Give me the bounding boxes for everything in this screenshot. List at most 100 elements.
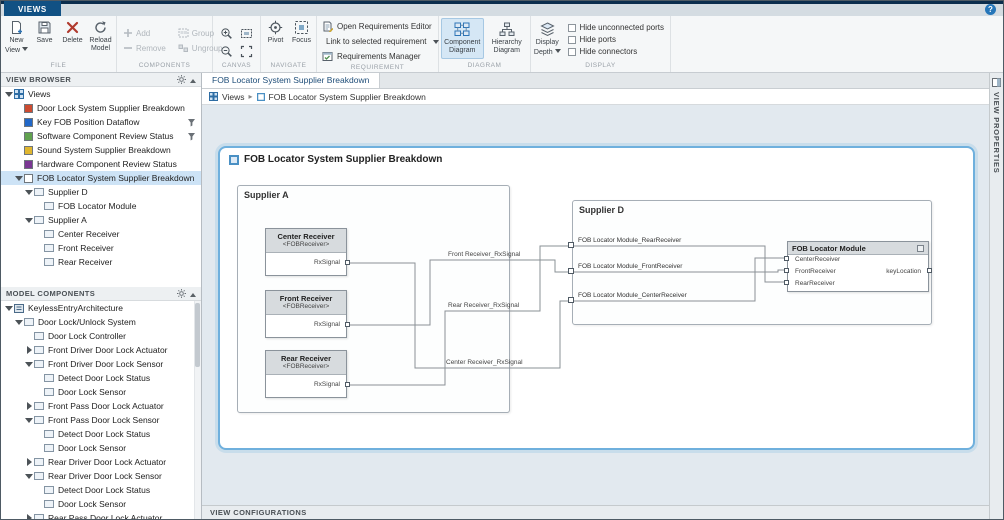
twisty-icon[interactable] [14,172,24,185]
input-port[interactable] [784,256,789,261]
tree-item-component[interactable]: Door Lock Controller [1,329,201,343]
input-port[interactable] [784,280,789,285]
front-receiver-component[interactable]: Front Receiver <FOBReceiver> RxSignal [265,290,350,338]
tree-item-view[interactable]: Door Lock System Supplier Breakdown [1,101,201,115]
save-button[interactable]: Save [31,16,58,61]
tree-item-component[interactable]: Door Lock Sensor [1,441,201,455]
tree-item-component[interactable]: Rear Driver Door Lock Actuator [1,455,201,469]
tree-item-component[interactable]: Detect Door Lock Status [1,371,201,385]
scrollbar[interactable] [194,301,201,519]
delete-button[interactable]: Delete [59,16,86,61]
tree-item-component[interactable]: Door Lock Sensor [1,497,201,511]
fob-locator-module-component[interactable]: FOB Locator Module CenterReceiver FrontR… [784,241,932,292]
tree-item-view[interactable]: Software Component Review Status [1,129,201,143]
input-port[interactable] [784,268,789,273]
remove-component-button[interactable]: Remove [123,43,166,53]
hide-connectors-checkbox[interactable] [567,47,576,56]
view-container[interactable]: FOB Locator System Supplier Breakdown Su… [218,146,975,450]
tree-item-component[interactable]: Detect Door Lock Status [1,427,201,441]
view-color-icon [24,131,33,141]
tree-item-component[interactable]: Front Driver Door Lock Sensor [1,357,201,371]
twisty-icon[interactable] [24,186,34,199]
twisty-icon[interactable] [4,302,14,315]
twisty-icon[interactable] [24,414,34,427]
tree-item-component[interactable]: Front Pass Door Lock Sensor [1,413,201,427]
display-depth-button[interactable]: Display Depth [533,18,562,59]
scrollbar-thumb[interactable] [195,303,200,367]
output-port[interactable] [927,268,932,273]
tree-item-component[interactable]: Rear Pass Door Lock Actuator [1,511,201,519]
filter-icon[interactable] [187,132,196,141]
output-port[interactable] [345,260,350,265]
twisty-icon[interactable] [14,316,24,329]
reload-model-button[interactable]: Reload Model [87,16,114,61]
zoom-in-button[interactable] [217,26,235,41]
breadcrumb: Views ▸ FOB Locator System Supplier Brea… [202,89,989,105]
diagram-canvas[interactable]: FOB Locator System Supplier Breakdown Su… [202,105,989,505]
tree-item-component[interactable]: Door Lock/Unlock System [1,315,201,329]
filter-icon[interactable] [187,118,196,127]
tree-item-component[interactable]: Front Pass Door Lock Actuator [1,399,201,413]
edge-port[interactable] [568,242,574,248]
tree-item-component[interactable]: Rear Driver Door Lock Sensor [1,469,201,483]
tree-item-component[interactable]: Door Lock Sensor [1,385,201,399]
requirements-manager-button[interactable]: Requirements Manager [319,49,436,63]
collapse-panel-icon[interactable] [190,76,196,83]
add-component-button[interactable]: Add [123,28,166,38]
open-requirements-editor-button[interactable]: Open Requirements Editor [319,19,436,33]
edge-port[interactable] [568,297,574,303]
twisty-icon[interactable] [24,358,34,371]
twisty-icon[interactable] [24,458,34,466]
tree-item-supplier-d[interactable]: Supplier D [1,185,201,199]
component-icon [34,346,44,354]
twisty-icon[interactable] [24,214,34,227]
tree-item-center-receiver[interactable]: Center Receiver [1,227,201,241]
link-to-selected-requirement-button[interactable]: Link to selected requirement [319,34,439,48]
gear-icon[interactable] [177,75,186,84]
breadcrumb-root[interactable]: Views [222,92,245,102]
hide-ports-checkbox[interactable] [567,35,576,44]
twisty-icon[interactable] [24,346,34,354]
tree-item-fob-locator-module[interactable]: FOB Locator Module [1,199,201,213]
collapse-panel-icon[interactable] [190,290,196,297]
focus-button[interactable]: Focus [289,16,314,61]
tree-item-view-selected[interactable]: FOB Locator System Supplier Breakdown [1,171,201,185]
component-diagram-button[interactable]: Component Diagram [441,18,484,59]
help-button[interactable]: ? [985,4,996,15]
twisty-icon[interactable] [4,88,14,101]
pivot-icon [268,20,283,35]
output-port[interactable] [345,322,350,327]
zoom-out-button[interactable] [217,44,235,59]
tree-item-view[interactable]: Key FOB Position Dataflow [1,115,201,129]
edge-port[interactable] [568,268,574,274]
tree-item-views-root[interactable]: Views [1,87,201,101]
hierarchy-diagram-button[interactable]: Hierarchy Diagram [486,18,528,59]
gear-icon[interactable] [177,289,186,298]
tree-item-architecture-root[interactable]: KeylessEntryArchitecture [1,301,201,315]
component-icon [34,188,44,196]
tree-item-component[interactable]: Front Driver Door Lock Actuator [1,343,201,357]
tree-item-view[interactable]: Sound System Supplier Breakdown [1,143,201,157]
tree-item-supplier-a[interactable]: Supplier A [1,213,201,227]
view-properties-strip[interactable]: VIEW PROPERTIES [989,73,1003,519]
hide-unconnected-ports-checkbox[interactable] [567,23,576,32]
pivot-button[interactable]: Pivot [263,16,288,61]
zoom-out-icon [220,46,232,57]
zoom-fit-selection-button[interactable] [237,26,255,41]
center-receiver-component[interactable]: Center Receiver <FOBReceiver> RxSignal [265,228,350,276]
document-tab[interactable]: FOB Locator System Supplier Breakdown [202,73,381,88]
fit-to-view-button[interactable] [237,44,255,59]
twisty-icon[interactable] [24,402,34,410]
toolstrip-tab-views[interactable]: VIEWS [4,1,61,16]
new-view-button[interactable]: New View [3,16,30,61]
tree-item-front-receiver[interactable]: Front Receiver [1,241,201,255]
twisty-icon[interactable] [24,470,34,483]
breadcrumb-current[interactable]: FOB Locator System Supplier Breakdown [269,92,426,102]
twisty-icon[interactable] [24,514,34,519]
output-port[interactable] [345,382,350,387]
view-configurations-bar[interactable]: VIEW CONFIGURATIONS [202,505,989,519]
tree-item-component[interactable]: Detect Door Lock Status [1,483,201,497]
rear-receiver-component[interactable]: Rear Receiver <FOBReceiver> RxSignal [265,350,350,398]
tree-item-view[interactable]: Hardware Component Review Status [1,157,201,171]
tree-item-rear-receiver[interactable]: Rear Receiver [1,255,201,269]
